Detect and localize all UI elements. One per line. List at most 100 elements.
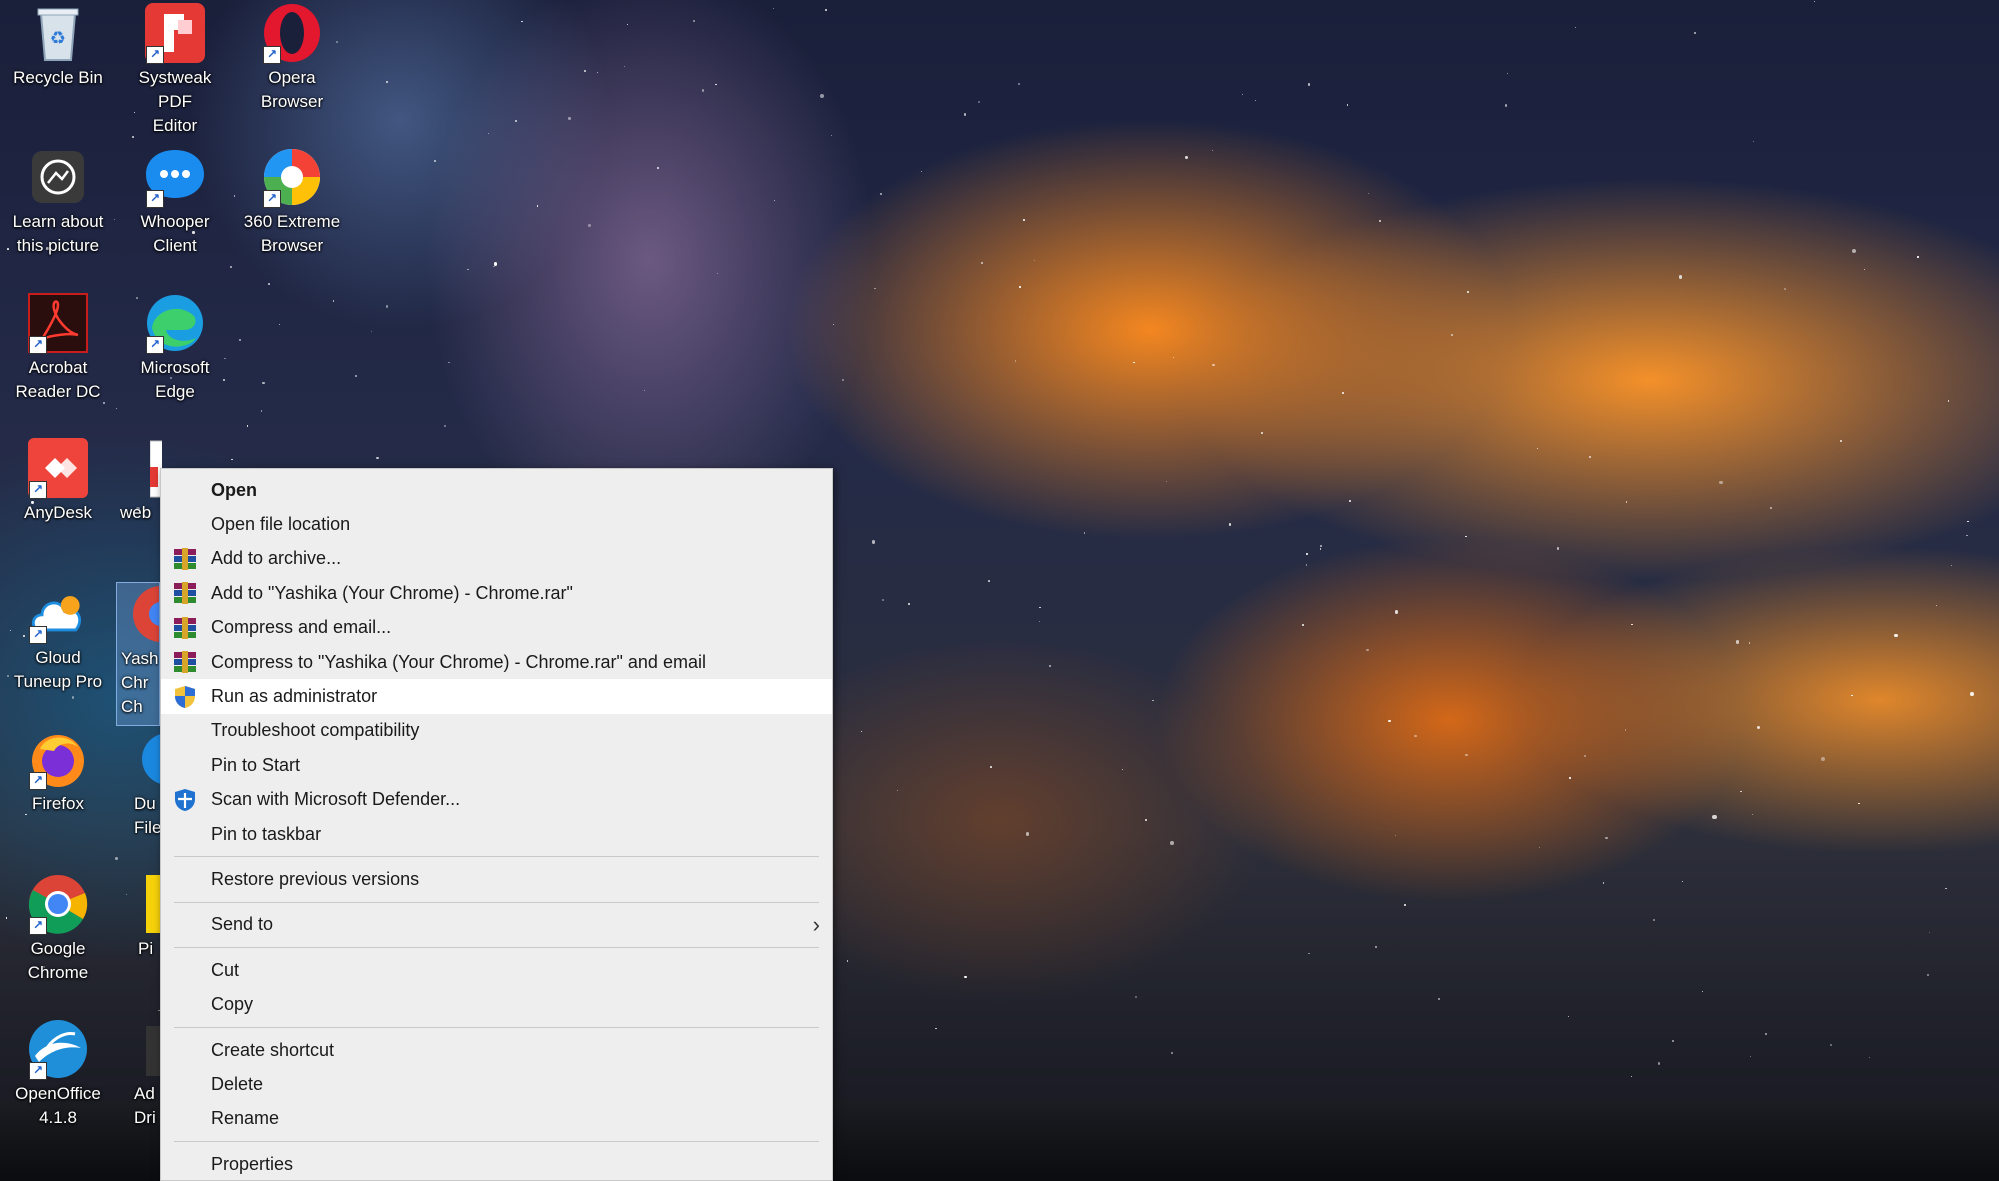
star (260, 409, 263, 412)
star (1413, 734, 1417, 738)
shortcut-arrow-icon: ↗ (29, 917, 47, 935)
menu-item-copy[interactable]: Copy (161, 987, 832, 1021)
menu-item-compress-and-email[interactable]: Compress and email... (161, 611, 832, 645)
desktop-icon-systweak-pdf[interactable]: ↗ Systweak PDF Editor (120, 2, 230, 138)
star (1630, 1075, 1633, 1078)
menu-item-cut[interactable]: Cut (161, 953, 832, 987)
star (268, 282, 271, 285)
desktop-icon-openoffice[interactable]: ↗ OpenOffice 4.1.8 (3, 1018, 113, 1130)
desktop-icon-yashika-chrome-selected[interactable]: Yash Chr Ch (116, 582, 160, 726)
star (1944, 887, 1947, 890)
recycle-bin-icon: ♻ (27, 2, 89, 64)
star (1693, 31, 1696, 34)
chevron-right-icon: › (812, 911, 820, 937)
menu-separator (174, 901, 819, 903)
star (874, 287, 876, 290)
desktop-icon-opera[interactable]: ↗ Opera Browser (237, 2, 347, 114)
star (515, 119, 518, 122)
star (1014, 360, 1017, 362)
star (842, 378, 845, 381)
star (115, 856, 119, 860)
menu-item-pin-to-start[interactable]: Pin to Start (161, 748, 832, 782)
desktop-icon-acrobat-reader[interactable]: ↗ Acrobat Reader DC (3, 292, 113, 404)
menu-item-properties[interactable]: Properties (161, 1147, 832, 1181)
camera-icon (27, 146, 89, 208)
menu-item-restore-previous-versions[interactable]: Restore previous versions (161, 862, 832, 896)
menu-item-scan-with-defender[interactable]: Scan with Microsoft Defender... (161, 783, 832, 817)
star (370, 331, 372, 333)
star (1602, 882, 1605, 884)
acrobat-icon: ↗ (27, 292, 89, 354)
star (1308, 952, 1311, 955)
winrar-icon (173, 581, 197, 605)
menu-item-run-as-administrator[interactable]: Run as administrator (161, 679, 832, 714)
star (1857, 802, 1860, 805)
star (624, 65, 626, 68)
menu-item-pin-to-taskbar[interactable]: Pin to taskbar (161, 817, 832, 851)
star (114, 218, 116, 221)
star (990, 766, 992, 768)
desktop-icon-duplicate-files[interactable]: Du File (120, 728, 162, 840)
star (1851, 694, 1853, 696)
star (1967, 520, 1969, 523)
menu-item-add-to-archive[interactable]: Add to archive... (161, 542, 832, 576)
menu-item-send-to[interactable]: Send to › (161, 908, 832, 942)
star (1681, 880, 1683, 883)
desktop-icon-recycle-bin[interactable]: ♻ Recycle Bin (3, 2, 113, 90)
star (1374, 945, 1378, 948)
menu-item-open-file-location[interactable]: Open file location (161, 507, 832, 541)
menu-item-compress-to-rar-and-email[interactable]: Compress to "Yashika (Your Chrome) - Chr… (161, 645, 832, 679)
star (1701, 991, 1703, 993)
star (1814, 1, 1816, 3)
menu-separator (174, 1141, 819, 1143)
star (1388, 719, 1391, 722)
star (981, 262, 984, 265)
star (1366, 648, 1369, 651)
desktop-icon-google-chrome[interactable]: ↗ Google Chrome (3, 873, 113, 985)
menu-item-label: Pin to Start (211, 754, 301, 775)
menu-item-troubleshoot-compatibility[interactable]: Troubleshoot compatibility (161, 714, 832, 748)
menu-item-delete[interactable]: Delete (161, 1067, 832, 1101)
star (1830, 1043, 1833, 1046)
app-icon (142, 873, 162, 935)
menu-item-open[interactable]: Open (161, 473, 832, 507)
desktop-icon-learn-about-picture[interactable]: Learn about this picture (3, 146, 113, 258)
desktop-icon-whooper[interactable]: ↗ Whooper Client (120, 146, 230, 258)
star (872, 540, 876, 544)
desktop-icon-360-extreme[interactable]: ↗ 360 Extreme Browser (237, 146, 347, 258)
star (879, 192, 883, 195)
desktop-icon-firefox[interactable]: ↗ Firefox (3, 728, 113, 816)
desktop-icon-label: Yash Chr Ch (121, 649, 159, 716)
star (231, 458, 233, 460)
star (1851, 249, 1856, 254)
star (1748, 642, 1751, 644)
star (907, 603, 910, 606)
star (1575, 26, 1577, 28)
desktop-icon-microsoft-edge[interactable]: ↗ Microsoft Edge (120, 292, 230, 404)
desktop-icon-gloud-tuneup[interactable]: ↗ Gloud Tuneup Pro (3, 582, 113, 694)
star (597, 72, 599, 74)
star (1929, 931, 1931, 933)
desktop-icon-web[interactable]: web (120, 437, 162, 525)
desktop-icon-label: Whooper Client (140, 212, 210, 255)
star (238, 338, 241, 341)
star (376, 456, 379, 460)
star (246, 425, 249, 428)
desktop-icon-label: OpenOffice 4.1.8 (15, 1084, 101, 1127)
star (1557, 547, 1560, 550)
chat-bubble-icon: ↗ (144, 146, 206, 208)
desktop-icon-pix[interactable]: Pi (120, 873, 162, 961)
desktop-icon-anydesk[interactable]: ↗ AnyDesk (3, 437, 113, 525)
menu-item-create-shortcut[interactable]: Create shortcut (161, 1033, 832, 1067)
pdf-editor-icon: ↗ (144, 2, 206, 64)
menu-item-add-to-rar[interactable]: Add to "Yashika (Your Chrome) - Chrome.r… (161, 576, 832, 610)
menu-item-label: Restore previous versions (211, 868, 420, 889)
menu-item-rename[interactable]: Rename (161, 1102, 832, 1136)
desktop-icon-label: web (120, 503, 152, 522)
star (1752, 140, 1754, 142)
menu-item-label: Rename (211, 1108, 280, 1129)
menu-item-label: Add to archive... (211, 548, 342, 569)
star (1173, 357, 1175, 359)
star (1039, 606, 1041, 609)
desktop-icon-advanced-driver[interactable]: Ad Dri (120, 1018, 162, 1130)
